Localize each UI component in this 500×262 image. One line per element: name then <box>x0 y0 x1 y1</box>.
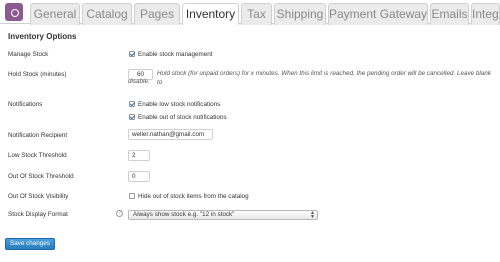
tab-inventory[interactable]: Inventory <box>182 3 239 25</box>
tab-payment-gateways[interactable]: Payment Gateways <box>328 3 428 25</box>
section-title: Inventory Options <box>8 32 77 41</box>
tab-general[interactable]: General <box>30 3 80 25</box>
out-of-stock-threshold-input[interactable]: 0 <box>128 171 150 182</box>
hold-stock-description: Hold stock (for unpaid orders) for x min… <box>157 70 491 86</box>
manage-stock-label: Manage Stock <box>8 51 49 58</box>
tab-emails[interactable]: Emails <box>430 3 469 25</box>
out-of-stock-notification-label: Enable out of stock notifications <box>138 114 227 121</box>
hide-out-of-stock-label: Hide out of stock items from the catalog <box>138 193 249 200</box>
out-of-stock-threshold-label: Out Of Stock Threshold <box>8 173 74 180</box>
low-stock-notification-checkbox[interactable] <box>129 101 135 107</box>
tab-integration[interactable]: Integration <box>471 3 500 25</box>
manage-stock-checkbox-label: Enable stock management <box>138 51 213 58</box>
save-changes-button[interactable]: Save changes <box>5 238 55 250</box>
select-arrows-icon: ▲ ▼ <box>310 210 315 220</box>
low-stock-threshold-input[interactable]: 2 <box>128 150 150 161</box>
notification-recipient-input[interactable]: weller.nathan@gmail.com <box>128 129 213 140</box>
settings-tab-bar: General Catalog Pages Inventory Tax Ship… <box>0 0 500 25</box>
hold-stock-description-cont: disable. <box>128 78 150 85</box>
tab-shipping[interactable]: Shipping <box>274 3 326 25</box>
notification-recipient-label: Notification Recipient <box>8 132 68 139</box>
low-stock-notification-label: Enable low stock notifications <box>138 101 221 108</box>
tab-catalog[interactable]: Catalog <box>82 3 132 25</box>
hold-stock-label: Hold Stock (minutes) <box>8 71 67 78</box>
hide-out-of-stock-checkbox[interactable] <box>129 193 135 199</box>
manage-stock-checkbox[interactable] <box>129 51 135 57</box>
stock-display-format-value: Always show stock e.g. "12 in stock" <box>133 211 235 218</box>
help-icon[interactable]: ? <box>116 210 123 217</box>
woocommerce-logo-icon <box>5 3 23 21</box>
out-of-stock-notification-checkbox[interactable] <box>129 114 135 120</box>
out-of-stock-visibility-label: Out Of Stock Visibility <box>8 193 69 200</box>
tab-pages[interactable]: Pages <box>134 3 180 25</box>
low-stock-threshold-label: Low Stock Threshold <box>8 152 67 159</box>
notifications-label: Notifications <box>8 101 43 108</box>
tab-tax[interactable]: Tax <box>241 3 272 25</box>
stock-display-format-label: Stock Display Format <box>8 211 68 218</box>
stock-display-format-select[interactable]: Always show stock e.g. "12 in stock" ▲ ▼ <box>128 210 318 220</box>
